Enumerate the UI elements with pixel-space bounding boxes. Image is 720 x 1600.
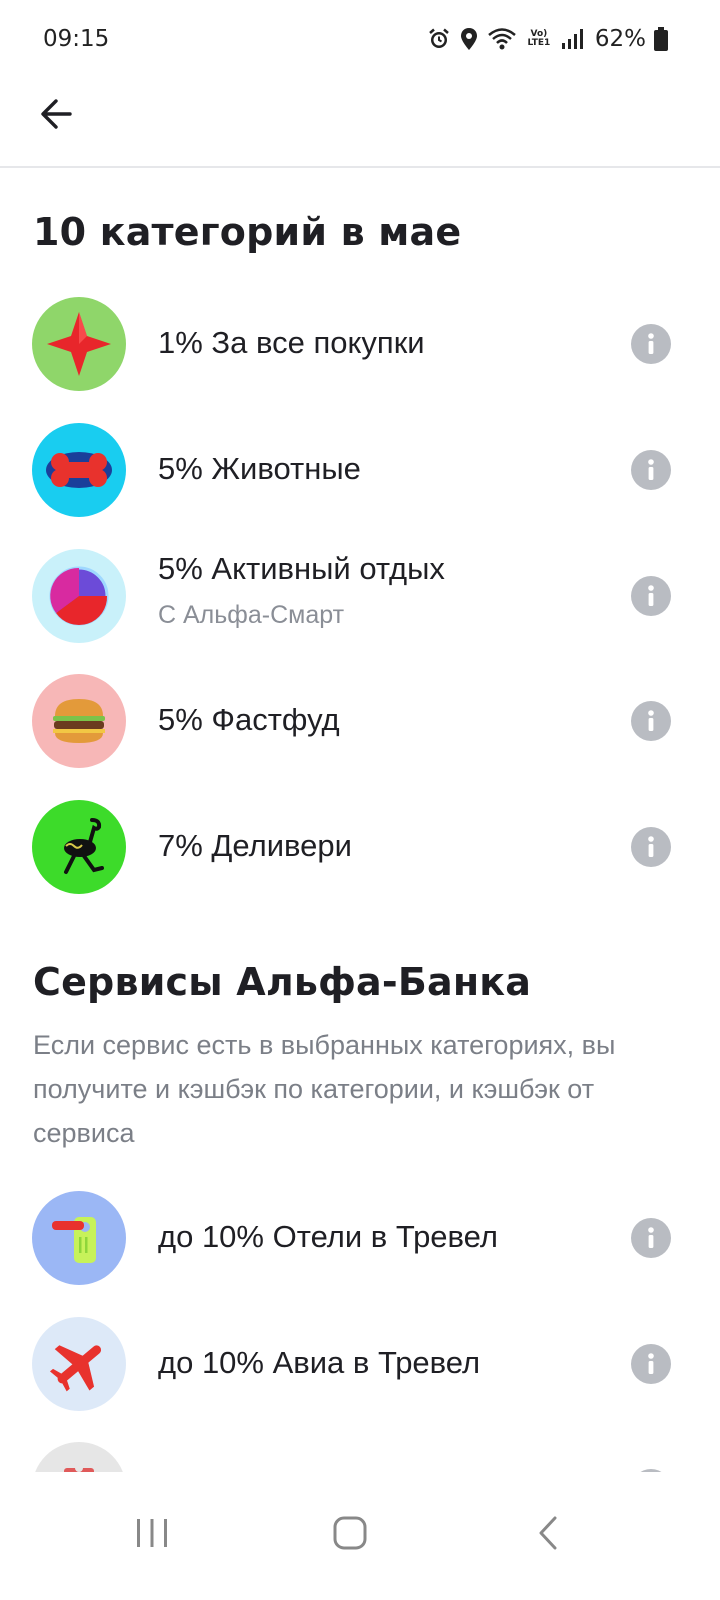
category-row-animals[interactable]: 5% Животные xyxy=(0,415,720,525)
home-icon xyxy=(332,1515,368,1556)
location-icon xyxy=(459,27,479,51)
category-label: 5% Активный отдых xyxy=(158,551,445,586)
service-row-hotels[interactable]: до 10% Отели в Тревел xyxy=(0,1183,720,1293)
top-bar xyxy=(0,80,720,168)
services-title: Сервисы Альфа-Банка xyxy=(33,960,532,1004)
category-label: 5% Фастфуд xyxy=(158,702,340,737)
recent-apps-button[interactable] xyxy=(117,1500,187,1570)
back-button[interactable] xyxy=(34,94,78,138)
home-button[interactable] xyxy=(315,1500,385,1570)
system-nav-bar xyxy=(0,1472,720,1600)
cashback-content[interactable]: 10 категорий в мае 1% За все покупки 5% … xyxy=(0,168,720,1500)
category-sublabel: С Альфа-Смарт xyxy=(158,601,345,629)
battery-icon xyxy=(654,27,668,51)
service-label: до 10% Отели в Тревел xyxy=(158,1219,498,1254)
back-icon xyxy=(533,1515,563,1556)
status-time: 09:15 xyxy=(43,26,110,52)
info-icon[interactable] xyxy=(631,827,671,867)
service-row-avia[interactable]: до 10% Авиа в Тревел xyxy=(0,1309,720,1419)
alarm-icon xyxy=(427,27,451,51)
door-hanger-icon xyxy=(32,1191,126,1285)
service-label: до 10% Авиа в Тревел xyxy=(158,1345,481,1380)
info-icon[interactable] xyxy=(631,576,671,616)
category-row-fastfood[interactable]: 5% Фастфуд xyxy=(0,666,720,776)
status-icons: Vo) LTE1 62% xyxy=(427,24,668,54)
info-icon[interactable] xyxy=(631,1344,671,1384)
arrow-left-icon xyxy=(38,96,74,137)
category-row-delivery[interactable]: 7% Деливери xyxy=(0,792,720,902)
category-label: 5% Животные xyxy=(158,451,361,486)
category-label: 1% За все покупки xyxy=(158,325,425,360)
info-icon[interactable] xyxy=(631,324,671,364)
volte-icon: Vo) LTE1 xyxy=(527,29,551,48)
services-description: Если сервис есть в выбранных категориях,… xyxy=(33,1030,616,1148)
info-icon[interactable] xyxy=(631,701,671,741)
signal-icon xyxy=(561,28,583,50)
alfa-smart-icon xyxy=(32,549,126,643)
wifi-icon xyxy=(487,27,517,51)
categories-title: 10 категорий в мае xyxy=(33,210,462,254)
nav-back-button[interactable] xyxy=(513,1500,583,1570)
category-row-all-purchases[interactable]: 1% За все покупки xyxy=(0,289,720,399)
category-label: 7% Деливери xyxy=(158,828,352,863)
burger-icon xyxy=(32,674,126,768)
red-star-icon xyxy=(32,297,126,391)
info-icon[interactable] xyxy=(631,450,671,490)
ostrich-icon xyxy=(32,800,126,894)
bone-icon xyxy=(32,423,126,517)
category-row-active-leisure[interactable]: 5% Активный отдых С Альфа-Смарт xyxy=(0,541,720,651)
info-icon[interactable] xyxy=(631,1218,671,1258)
recent-apps-icon xyxy=(134,1516,170,1555)
airplane-icon xyxy=(32,1317,126,1411)
battery-percent: 62% xyxy=(594,26,646,52)
status-bar: 09:15 Vo) LTE1 62% xyxy=(0,0,720,80)
